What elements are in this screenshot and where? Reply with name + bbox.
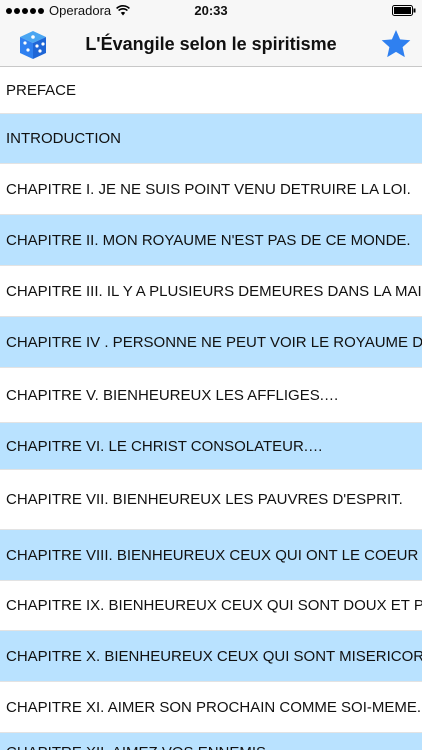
chapter-title: CHAPITRE VI. LE CHRIST CONSOLATEUR.… [6,438,323,455]
chapter-title: CHAPITRE III. IL Y A PLUSIEURS DEMEURES … [6,283,422,300]
chapter-row[interactable]: CHAPITRE I. JE NE SUIS POINT VENU DETRUI… [0,164,422,215]
chapter-row[interactable]: CHAPITRE VI. LE CHRIST CONSOLATEUR.… [0,423,422,470]
navigation-bar: L'Évangile selon le spiritisme [0,22,422,67]
chapter-row[interactable]: CHAPITRE II. MON ROYAUME N'EST PAS DE CE… [0,215,422,266]
dice-icon[interactable] [16,28,50,62]
chapter-title: CHAPITRE XI. AIMER SON PROCHAIN COMME SO… [6,699,422,716]
chapter-title: CHAPITRE IV . PERSONNE NE PEUT VOIR LE R… [6,334,422,351]
chapter-title: INTRODUCTION [6,130,121,147]
battery-icon [392,5,416,16]
chapter-title: CHAPITRE V. BIENHEUREUX LES AFFLIGES.… [6,387,339,404]
chapter-title: CHAPITRE X. BIENHEUREUX CEUX QUI SONT MI… [6,648,422,665]
star-icon[interactable] [380,28,412,60]
chapter-row[interactable]: CHAPITRE XI. AIMER SON PROCHAIN COMME SO… [0,682,422,733]
status-time: 20:33 [194,3,228,18]
chapter-title: CHAPITRE VIII. BIENHEUREUX CEUX QUI ONT … [6,547,422,564]
chapter-row[interactable]: CHAPITRE V. BIENHEUREUX LES AFFLIGES.… [0,368,422,423]
page-title: L'Évangile selon le spiritisme [85,34,337,54]
chapter-row[interactable]: CHAPITRE VII. BIENHEUREUX LES PAUVRES D'… [0,470,422,530]
chapter-row[interactable]: CHAPITRE IV . PERSONNE NE PEUT VOIR LE R… [0,317,422,368]
chapter-title: CHAPITRE I. JE NE SUIS POINT VENU DETRUI… [6,181,411,198]
chapter-row[interactable]: CHAPITRE III. IL Y A PLUSIEURS DEMEURES … [0,266,422,317]
chapter-title: PREFACE [6,82,77,99]
status-bar: Operadora 20:33 [0,0,422,22]
chapter-row[interactable]: PREFACE [0,67,422,114]
chapter-row[interactable]: CHAPITRE X. BIENHEUREUX CEUX QUI SONT MI… [0,631,422,682]
chapter-list[interactable]: PREFACE INTRODUCTION CHAPITRE I. JE NE SUI… [0,67,422,750]
chapter-row[interactable]: CHAPITRE IX. BIENHEUREUX CEUX QUI SONT D… [0,581,422,631]
chapter-title: CHAPITRE XII. AIMEZ VOS ENNEMIS [6,744,266,750]
chapter-title: CHAPITRE IX. BIENHEUREUX CEUX QUI SONT D… [6,597,422,614]
chapter-row[interactable]: INTRODUCTION [0,114,422,164]
chapter-row[interactable]: CHAPITRE VIII. BIENHEUREUX CEUX QUI ONT … [0,530,422,581]
chapter-title: CHAPITRE VII. BIENHEUREUX LES PAUVRES D'… [6,491,403,508]
chapter-row[interactable]: CHAPITRE XII. AIMEZ VOS ENNEMIS [0,733,422,750]
chapter-title: CHAPITRE II. MON ROYAUME N'EST PAS DE CE… [6,232,411,249]
